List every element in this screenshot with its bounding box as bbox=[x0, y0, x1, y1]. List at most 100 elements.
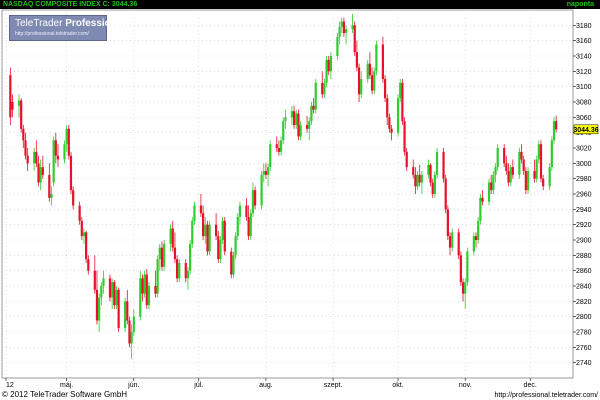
candle-body bbox=[507, 171, 510, 183]
y-tick-label: 3120 bbox=[576, 69, 592, 76]
candle-down bbox=[524, 167, 527, 194]
candle-up bbox=[435, 148, 439, 179]
candle-body bbox=[206, 224, 209, 252]
y-tick-label: 2760 bbox=[576, 345, 592, 352]
candle-body bbox=[295, 113, 298, 125]
candle-body bbox=[459, 255, 462, 283]
candle-body bbox=[111, 282, 114, 298]
candle-body bbox=[511, 167, 514, 175]
candle-down bbox=[223, 217, 226, 256]
y-tick-label: 3100 bbox=[576, 84, 592, 91]
candle-body bbox=[555, 121, 558, 130]
candle-up bbox=[325, 56, 328, 87]
candle-up bbox=[147, 282, 151, 309]
candle-body bbox=[24, 140, 27, 156]
candle-body bbox=[490, 182, 493, 191]
candle-down bbox=[444, 174, 447, 214]
candle-body bbox=[269, 144, 272, 168]
candle-body bbox=[342, 21, 345, 33]
candle-body bbox=[230, 251, 233, 275]
candle-body bbox=[219, 240, 222, 260]
candle-body bbox=[80, 220, 83, 237]
candle-body bbox=[221, 220, 224, 240]
candle-body bbox=[366, 63, 369, 79]
candle-down bbox=[67, 125, 70, 160]
candle-body bbox=[336, 36, 339, 56]
candle-body bbox=[390, 128, 393, 133]
candle-body bbox=[56, 155, 60, 160]
y-tick-label: 2920 bbox=[576, 222, 592, 229]
candle-body bbox=[360, 79, 363, 95]
candle-body bbox=[433, 174, 436, 194]
y-tick-label: 3000 bbox=[576, 161, 592, 168]
candle-body bbox=[321, 82, 324, 95]
candle-body bbox=[552, 121, 556, 141]
candle-body bbox=[429, 164, 432, 183]
candle-body bbox=[54, 140, 57, 156]
candle-up bbox=[396, 94, 400, 137]
candle-body bbox=[193, 205, 196, 221]
candle-body bbox=[52, 140, 55, 183]
candle-body bbox=[72, 190, 75, 206]
candle-up bbox=[163, 240, 166, 271]
candle-body bbox=[550, 140, 553, 168]
candle-body bbox=[451, 232, 454, 248]
y-tick-label: 2840 bbox=[576, 284, 592, 291]
candle-body bbox=[48, 174, 51, 198]
candle-body bbox=[234, 236, 237, 256]
candle-body bbox=[496, 148, 499, 168]
candle-up bbox=[221, 217, 224, 244]
period-label: naponta bbox=[566, 1, 594, 8]
candle-body bbox=[208, 224, 211, 252]
candle-body bbox=[41, 167, 44, 175]
candle-body bbox=[67, 128, 70, 156]
candle-up bbox=[156, 255, 159, 298]
candle-body bbox=[418, 174, 421, 183]
candle-up bbox=[219, 236, 222, 263]
plot-area bbox=[1, 9, 574, 379]
candle-body bbox=[191, 220, 194, 244]
candle-up bbox=[373, 67, 376, 95]
candle-body bbox=[442, 151, 445, 179]
candle-body bbox=[464, 282, 467, 294]
candle-body bbox=[260, 174, 263, 206]
candle-body bbox=[292, 111, 296, 125]
candle-down bbox=[69, 151, 73, 194]
candle-body bbox=[314, 82, 317, 110]
candle-body bbox=[370, 75, 374, 91]
candle-body bbox=[353, 25, 356, 53]
candle-body bbox=[9, 75, 12, 118]
y-tick-label: 2940 bbox=[576, 207, 592, 214]
candle-body bbox=[526, 171, 530, 191]
candle-body bbox=[522, 159, 525, 171]
candle-down bbox=[113, 279, 116, 309]
candle-down bbox=[297, 109, 300, 141]
candle-body bbox=[33, 151, 36, 164]
candle-body bbox=[277, 148, 281, 152]
candle-body bbox=[238, 205, 242, 217]
candle-body bbox=[232, 255, 235, 275]
candle-body bbox=[282, 121, 285, 141]
candle-body bbox=[279, 140, 283, 152]
candle-body bbox=[338, 26, 341, 37]
candle-body bbox=[435, 151, 439, 175]
candle-down bbox=[176, 255, 179, 283]
candle-down bbox=[117, 287, 120, 332]
candle-body bbox=[266, 167, 270, 175]
candle-body bbox=[477, 220, 480, 240]
candle-body bbox=[160, 247, 164, 267]
candle-body bbox=[204, 224, 207, 237]
candle-body bbox=[548, 167, 551, 187]
candle-body bbox=[262, 171, 265, 175]
footer-url-link[interactable]: http://professional.teletrader.com/ bbox=[495, 391, 599, 400]
candle-body bbox=[158, 247, 161, 260]
candle-up bbox=[479, 194, 482, 225]
candle-body bbox=[479, 197, 482, 221]
candle-body bbox=[386, 98, 389, 118]
candle-body bbox=[163, 243, 166, 267]
candle-down bbox=[145, 269, 148, 309]
candle-up bbox=[236, 213, 239, 240]
candle-body bbox=[505, 163, 508, 171]
candle-body bbox=[22, 128, 25, 141]
candle-down bbox=[20, 98, 23, 133]
